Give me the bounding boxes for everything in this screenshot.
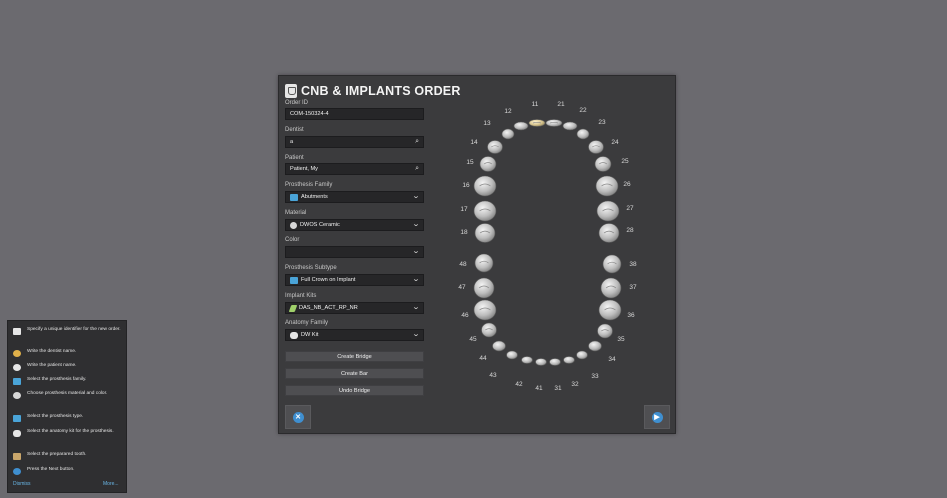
tooth-number-label: 37 [629, 284, 637, 291]
tooth-number-label: 34 [608, 356, 616, 363]
help-item-next: Press the Next button. [13, 467, 125, 475]
tooth-number-label: 12 [504, 108, 512, 115]
patient-icon [13, 364, 21, 371]
next-icon [13, 468, 21, 475]
tooth-42[interactable] [521, 356, 533, 364]
more-link[interactable]: More... [103, 481, 119, 487]
order-dialog: CNB & IMPLANTS ORDER Order ID COM-150324… [278, 75, 676, 434]
tooth-45[interactable] [481, 322, 497, 338]
tooth-33[interactable] [576, 350, 588, 360]
tooth-chart: 18 17 16 15 14 13 12 11 21 22 23 24 25 26 27 28 48 47 46 45… [458, 101, 637, 392]
tooth-44[interactable] [492, 340, 506, 352]
help-item-order-id: Specify a unique identifier for the new … [13, 327, 125, 335]
tooth-41[interactable] [535, 358, 547, 366]
tooth-number-label: 33 [591, 373, 599, 380]
tooth-47[interactable] [473, 277, 495, 299]
tooth-number-label: 38 [629, 261, 637, 268]
tooth-11[interactable] [528, 119, 546, 127]
help-item-patient: Write the patient name. [13, 363, 125, 371]
help-item-prosthesis-type: Select the prosthesis type. [13, 414, 125, 422]
tooth-number-label: 44 [479, 355, 487, 362]
anatomy-kit-icon [13, 430, 21, 437]
tooth-12[interactable] [513, 121, 529, 131]
tooth-number-label: 43 [489, 372, 497, 379]
help-text: Write the patient name. [27, 363, 77, 368]
material-icon [13, 392, 21, 399]
tooth-number-label: 21 [557, 101, 565, 108]
tooth-48[interactable] [474, 253, 494, 273]
tooth-14[interactable] [487, 140, 503, 154]
tooth-13[interactable] [501, 128, 515, 140]
tooth-32[interactable] [563, 356, 575, 364]
tooth-number-label: 17 [460, 206, 468, 213]
tooth-35[interactable] [597, 323, 613, 339]
help-panel: Specify a unique identifier for the new … [7, 320, 127, 493]
tooth-number-label: 45 [469, 336, 477, 343]
help-text: Choose prosthesis material and color. [27, 391, 108, 396]
order-id-icon [13, 328, 21, 335]
help-text: Write the dentist name. [27, 349, 77, 354]
tooth-43[interactable] [506, 350, 518, 360]
help-item-dentist: Write the dentist name. [13, 349, 125, 357]
tooth-46[interactable] [473, 299, 497, 321]
help-text: Select the prosthesis type. [27, 414, 84, 419]
tooth-number-label: 42 [515, 381, 523, 388]
tooth-number-label: 31 [554, 385, 562, 392]
tooth-number-label: 16 [462, 182, 470, 189]
tooth-number-label: 47 [458, 284, 466, 291]
help-text: Press the Next button. [27, 467, 75, 472]
tooth-23[interactable] [576, 128, 590, 140]
tooth-16[interactable] [473, 175, 497, 197]
help-item-material: Choose prosthesis material and color. [13, 391, 125, 399]
help-text: Select the preparared tooth. [27, 452, 87, 457]
dentist-icon [13, 350, 21, 357]
tooth-number-label: 26 [623, 181, 631, 188]
tooth-17[interactable] [473, 200, 497, 222]
tooth-37[interactable] [600, 277, 622, 299]
tooth-number-label: 32 [571, 381, 579, 388]
tooth-34[interactable] [588, 340, 602, 352]
tooth-27[interactable] [596, 200, 620, 222]
tooth-number-label: 35 [617, 336, 625, 343]
tooth-38[interactable] [602, 254, 622, 274]
tooth-number-label: 48 [459, 261, 467, 268]
tooth-26[interactable] [595, 175, 619, 197]
tooth-15[interactable] [479, 156, 497, 172]
tooth-number-label: 15 [466, 159, 474, 166]
tooth-number-label: 46 [461, 312, 469, 319]
tooth-24[interactable] [588, 140, 604, 154]
help-text: Select the anatomy kit for the prosthesi… [27, 429, 114, 434]
tooth-number-label: 27 [626, 205, 634, 212]
tooth-number-label: 13 [483, 120, 491, 127]
tooth-number-label: 24 [611, 139, 619, 146]
tooth-28[interactable] [598, 223, 620, 243]
help-text: Specify a unique identifier for the new … [27, 327, 121, 332]
tooth-31[interactable] [549, 358, 561, 366]
prosthesis-family-icon [13, 378, 21, 385]
tooth-number-label: 23 [598, 119, 606, 126]
tooth-21[interactable] [545, 119, 563, 127]
tooth-number-label: 41 [535, 385, 543, 392]
help-item-tooth: Select the preparared tooth. [13, 452, 125, 460]
tooth-22[interactable] [562, 121, 578, 131]
tooth-number-label: 11 [532, 101, 539, 108]
tooth-number-label: 22 [579, 107, 587, 114]
tooth-18[interactable] [474, 223, 496, 243]
help-item-anatomy: Select the anatomy kit for the prosthesi… [13, 429, 125, 437]
tooth-number-label: 28 [626, 227, 634, 234]
tooth-number-label: 18 [460, 229, 468, 236]
tooth-number-label: 25 [621, 158, 629, 165]
dismiss-link[interactable]: Dismiss [13, 481, 31, 487]
tooth-number-label: 36 [627, 312, 635, 319]
tooth-36[interactable] [598, 299, 622, 321]
tooth-number-label: 14 [470, 139, 478, 146]
help-item-prosthesis-family: Select the prosthesis family. [13, 377, 125, 385]
tooth-25[interactable] [594, 156, 612, 172]
help-text: Select the prosthesis family. [27, 377, 87, 382]
prosthesis-type-icon [13, 415, 21, 422]
tooth-icon [13, 453, 21, 460]
